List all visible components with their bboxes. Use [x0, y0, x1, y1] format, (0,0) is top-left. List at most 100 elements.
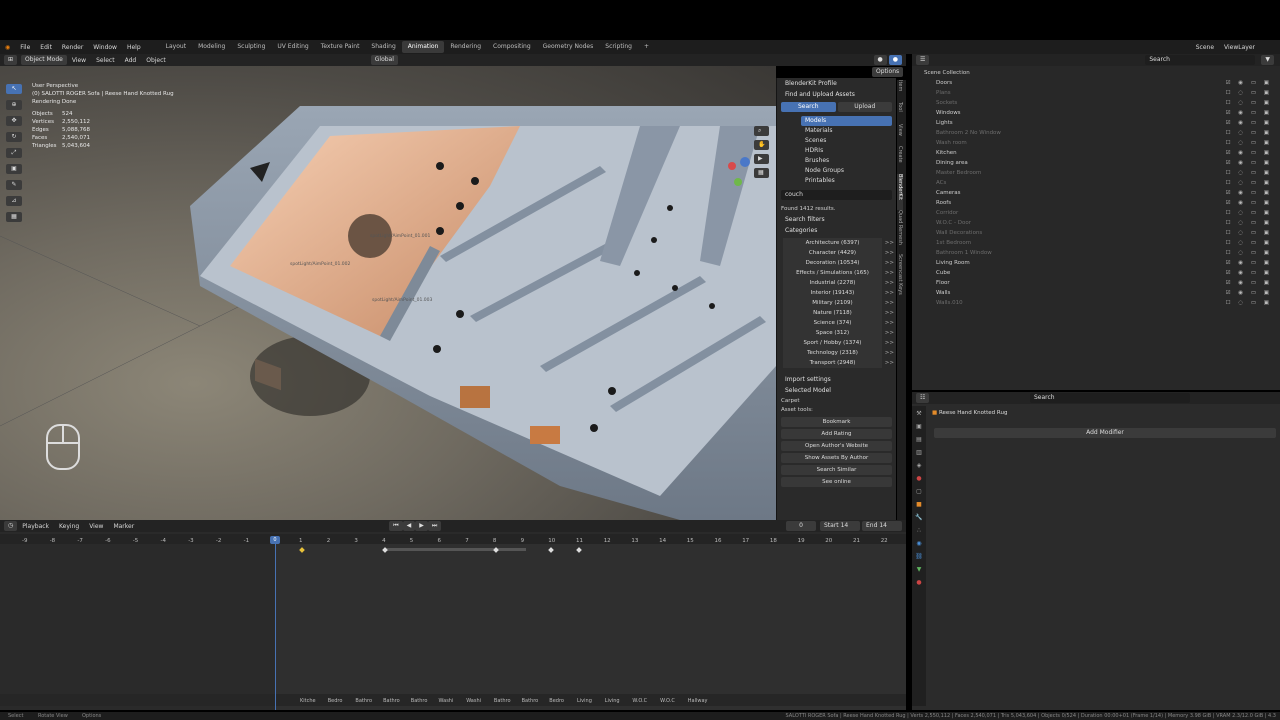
- tool-tab-icon[interactable]: ⚒: [916, 410, 921, 417]
- viewport-menu-object[interactable]: Object: [141, 57, 171, 64]
- outliner-search[interactable]: Search: [1145, 55, 1256, 65]
- outliner-row[interactable]: Cube ☑ ◉ ▭ ▣: [912, 268, 1280, 278]
- outliner-row[interactable]: 1st Bedroom ☐ ◌ ▭ ▣: [912, 238, 1280, 248]
- search-filters-header[interactable]: Search filters: [777, 214, 896, 225]
- asset-type-materials[interactable]: Materials: [801, 126, 892, 136]
- outliner-row[interactable]: ACs ☐ ◌ ▭ ▣: [912, 178, 1280, 188]
- outliner-editor-icon[interactable]: ☰: [916, 55, 930, 65]
- tab-geometry-nodes[interactable]: Geometry Nodes: [537, 41, 600, 53]
- category-military[interactable]: Military (2109) >>: [783, 298, 894, 308]
- category-architecture[interactable]: Architecture (6397) >>: [783, 238, 894, 248]
- add-workspace-icon[interactable]: +: [638, 41, 655, 53]
- asset-type-brushes[interactable]: Brushes: [801, 156, 892, 166]
- outliner-row[interactable]: Sockets ☐ ◌ ▭ ▣: [912, 98, 1280, 108]
- search-tab[interactable]: Search: [781, 102, 836, 112]
- outliner-row[interactable]: Cameras ☑ ◉ ▭ ▣: [912, 188, 1280, 198]
- outliner-row[interactable]: Corridor ☐ ◌ ▭ ▣: [912, 208, 1280, 218]
- asset-type-node-groups[interactable]: Node Groups: [801, 166, 892, 176]
- data-tab-icon[interactable]: ▼: [917, 566, 922, 573]
- outliner-row[interactable]: Living Room ☑ ◉ ▭ ▣: [912, 258, 1280, 268]
- show-assets-by-author-button[interactable]: Show Assets By Author: [781, 453, 892, 463]
- annotate-tool-icon[interactable]: ✎: [6, 180, 22, 190]
- timeline-marker[interactable]: Bathro: [383, 698, 400, 704]
- selected-model-header[interactable]: Selected Model: [777, 385, 896, 396]
- filter-icon[interactable]: ▼: [1261, 55, 1274, 65]
- jump-end-icon[interactable]: ⏭: [427, 521, 442, 531]
- visibility-toggles-icon[interactable]: ☑ ◉ ▭ ▣: [1226, 188, 1272, 198]
- timeline-marker[interactable]: Living: [577, 698, 592, 704]
- blenderkit-search-input[interactable]: couch: [781, 190, 892, 200]
- properties-search[interactable]: Search: [1030, 393, 1190, 403]
- visibility-toggles-icon[interactable]: ☑ ◉ ▭ ▣: [1226, 108, 1272, 118]
- outliner-row[interactable]: Walls.010 ☐ ◌ ▭ ▣: [912, 298, 1280, 308]
- rotate-tool-icon[interactable]: ↻: [6, 132, 22, 142]
- outliner-row[interactable]: Doors ☑ ◉ ▭ ▣: [912, 78, 1280, 88]
- playhead[interactable]: 0: [270, 536, 280, 544]
- visibility-toggles-icon[interactable]: ☑ ◉ ▭ ▣: [1226, 78, 1272, 88]
- visibility-toggles-icon[interactable]: ☐ ◌ ▭ ▣: [1226, 128, 1272, 138]
- outliner-row[interactable]: Master Bedroom ☐ ◌ ▭ ▣: [912, 168, 1280, 178]
- menu-edit[interactable]: Edit: [35, 44, 57, 51]
- outliner-row[interactable]: Plans ☐ ◌ ▭ ▣: [912, 88, 1280, 98]
- mode-selector[interactable]: Object Mode: [21, 55, 67, 65]
- menu-render[interactable]: Render: [57, 44, 88, 51]
- visibility-toggles-icon[interactable]: ☐ ◌ ▭ ▣: [1226, 138, 1272, 148]
- import-settings-header[interactable]: Import settings: [777, 374, 896, 385]
- category-character[interactable]: Character (4429) >>: [783, 248, 894, 258]
- shading-rendered-icon[interactable]: ●: [888, 55, 902, 65]
- see-online-button[interactable]: See online: [781, 477, 892, 487]
- outliner-row[interactable]: Dining area ☑ ◉ ▭ ▣: [912, 158, 1280, 168]
- view-layer-tab-icon[interactable]: ▥: [916, 449, 922, 456]
- outliner-row[interactable]: Wall Decorations ☐ ◌ ▭ ▣: [912, 228, 1280, 238]
- modifier-tab-icon[interactable]: 🔧: [915, 514, 922, 521]
- visibility-toggles-icon[interactable]: ☐ ◌ ▭ ▣: [1226, 298, 1272, 308]
- material-tab-icon[interactable]: ●: [916, 579, 921, 586]
- options-button[interactable]: Options: [872, 67, 904, 77]
- timeline-menu-view[interactable]: View: [84, 523, 108, 530]
- outliner-row[interactable]: W.O.C - Door ☐ ◌ ▭ ▣: [912, 218, 1280, 228]
- current-frame-field[interactable]: 0: [786, 521, 816, 531]
- category-science[interactable]: Science (374) >>: [783, 318, 894, 328]
- outliner-row[interactable]: Floor ☑ ◉ ▭ ▣: [912, 278, 1280, 288]
- visibility-toggles-icon[interactable]: ☑ ◉ ▭ ▣: [1226, 148, 1272, 158]
- timeline-marker[interactable]: Hallway: [688, 698, 708, 704]
- visibility-toggles-icon[interactable]: ☑ ◉ ▭ ▣: [1226, 118, 1272, 128]
- tab-compositing[interactable]: Compositing: [487, 41, 537, 53]
- shading-solid-icon[interactable]: ●: [873, 55, 887, 65]
- outliner-row[interactable]: Roofs ☑ ◉ ▭ ▣: [912, 198, 1280, 208]
- tab-screencast-keys[interactable]: Screencast Keys: [897, 254, 903, 314]
- search-similar-button[interactable]: Search Similar: [781, 465, 892, 475]
- outliner-row[interactable]: Wash room ☐ ◌ ▭ ▣: [912, 138, 1280, 148]
- visibility-toggles-icon[interactable]: ☑ ◉ ▭ ▣: [1226, 288, 1272, 298]
- add-cube-tool-icon[interactable]: ▦: [6, 212, 22, 222]
- menu-file[interactable]: File: [15, 44, 35, 51]
- outliner-row[interactable]: Windows ☑ ◉ ▭ ▣: [912, 108, 1280, 118]
- timeline-marker[interactable]: Bathro: [355, 698, 372, 704]
- timeline-marker[interactable]: Bathro: [411, 698, 428, 704]
- timeline-marker[interactable]: Bedro: [328, 698, 343, 704]
- jump-start-icon[interactable]: ⏮: [389, 521, 403, 531]
- blender-logo-icon[interactable]: ◉: [0, 44, 15, 51]
- tab-sculpting[interactable]: Sculpting: [231, 41, 271, 53]
- visibility-toggles-icon[interactable]: ☐ ◌ ▭ ▣: [1226, 238, 1272, 248]
- render-tab-icon[interactable]: ▣: [916, 423, 922, 430]
- visibility-toggles-icon[interactable]: ☑ ◉ ▭ ▣: [1226, 258, 1272, 268]
- timeline-marker[interactable]: Kitche: [300, 698, 316, 704]
- scene-tab-icon[interactable]: ◈: [917, 462, 922, 469]
- outliner-row[interactable]: Bathroom 2 No Window ☐ ◌ ▭ ▣: [912, 128, 1280, 138]
- timeline-marker[interactable]: W.O.C: [660, 698, 675, 704]
- visibility-toggles-icon[interactable]: ☑ ◉ ▭ ▣: [1226, 278, 1272, 288]
- category-industrial[interactable]: Industrial (2278) >>: [783, 278, 894, 288]
- timeline-marker[interactable]: Bathro: [522, 698, 539, 704]
- viewport-menu-select[interactable]: Select: [91, 57, 120, 64]
- visibility-toggles-icon[interactable]: ☐ ◌ ▭ ▣: [1226, 88, 1272, 98]
- add-modifier-button[interactable]: Add Modifier: [934, 428, 1276, 438]
- find-upload-header[interactable]: Find and Upload Assets: [777, 89, 896, 100]
- timeline-marker[interactable]: W.O.C: [632, 698, 647, 704]
- camera-view-icon[interactable]: ▶: [754, 154, 770, 164]
- cursor-tool-icon[interactable]: ⊕: [6, 100, 22, 110]
- tab-layout[interactable]: Layout: [160, 41, 192, 53]
- outliner-row[interactable]: Walls ☑ ◉ ▭ ▣: [912, 288, 1280, 298]
- visibility-toggles-icon[interactable]: ☑ ◉ ▭ ▣: [1226, 198, 1272, 208]
- scale-tool-icon[interactable]: ⤢: [6, 148, 22, 158]
